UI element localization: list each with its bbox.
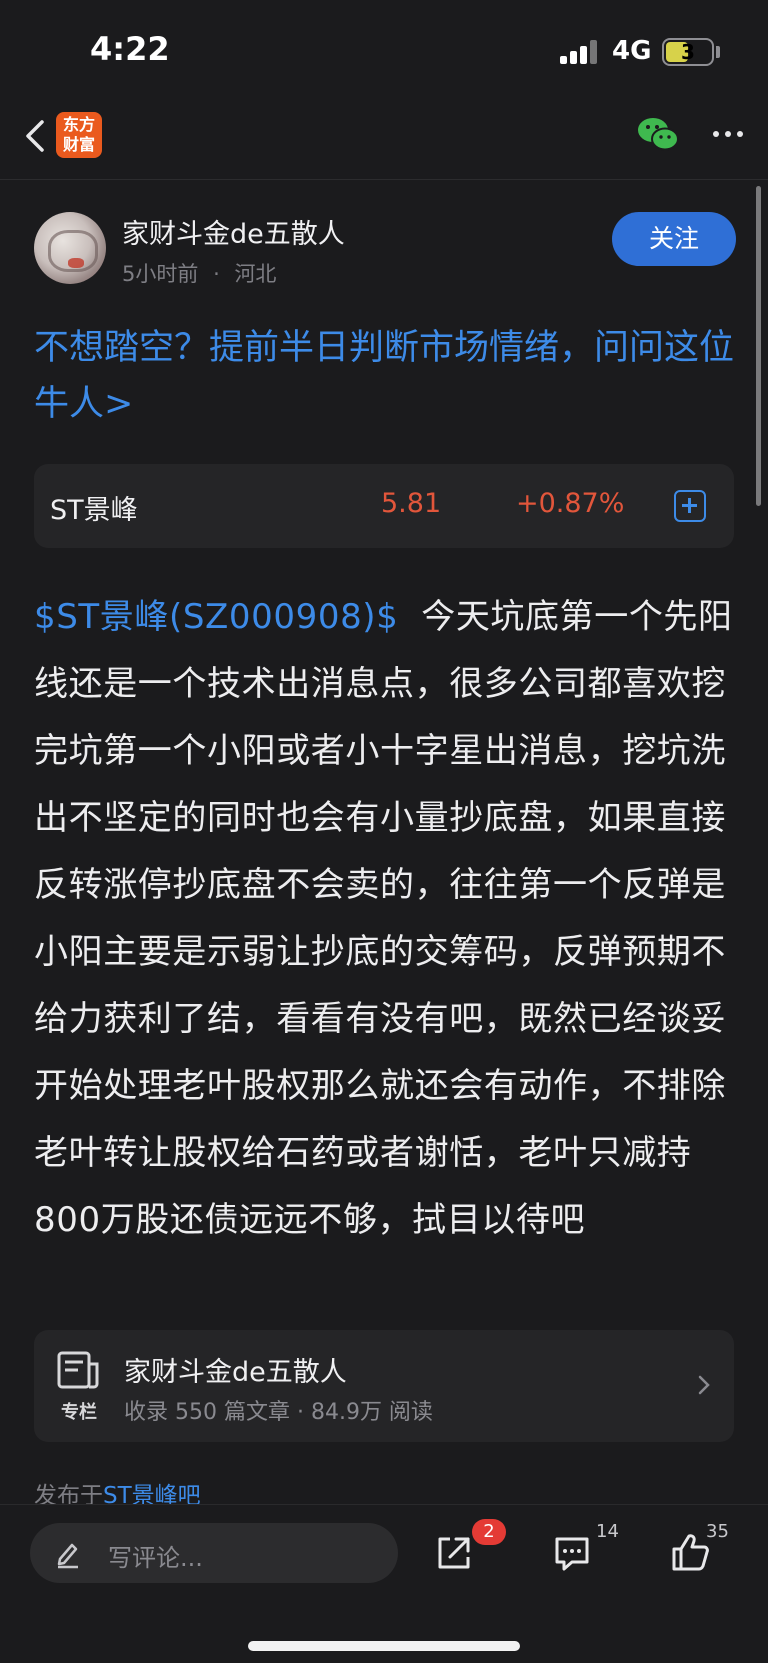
status-time: 4:22 <box>90 30 170 68</box>
nav-bar: 东方财富 <box>0 100 768 180</box>
comment-count: 14 <box>596 1521 619 1542</box>
stock-card[interactable]: ST景峰 5.81 +0.87% <box>34 464 734 548</box>
signal-icon <box>560 40 600 64</box>
post-body: $ST景峰(SZ000908)$ 今天坑底第一个先阳线还是一个技术出消息点，很多… <box>34 584 739 1254</box>
column-icon-label: 专栏 <box>61 1402 97 1423</box>
back-icon[interactable] <box>18 116 58 156</box>
app-logo-text: 东方财富 <box>62 115 95 154</box>
column-icon <box>57 1351 99 1389</box>
pencil-icon <box>57 1543 78 1569</box>
follow-button[interactable]: 关注 <box>612 212 736 266</box>
post-location: 河北 <box>234 262 277 286</box>
network-type: 4G <box>612 36 652 66</box>
stock-price: 5.81 <box>381 488 442 519</box>
comment-icon[interactable] <box>552 1533 592 1573</box>
post-time: 5小时前 <box>122 262 199 286</box>
add-stock-icon[interactable] <box>674 490 706 522</box>
status-bar: 4:22 4G 3 <box>0 0 768 100</box>
stock-name: ST景峰 <box>50 495 138 526</box>
app-logo[interactable]: 东方财富 <box>56 112 102 158</box>
battery-icon: 3 <box>662 38 714 66</box>
share-badge: 2 <box>472 1519 506 1545</box>
column-card[interactable]: 专栏 家财斗金de五散人 收录 550 篇文章 · 84.9万 阅读 <box>34 1330 734 1442</box>
author-name[interactable]: 家财斗金de五散人 <box>122 212 345 251</box>
meta-separator: · <box>213 262 220 286</box>
column-title: 家财斗金de五散人 <box>124 1357 347 1388</box>
stock-change: +0.87% <box>516 488 625 519</box>
scrollbar[interactable] <box>756 186 761 506</box>
stock-ticker-link[interactable]: $ST景峰(SZ000908)$ <box>34 597 398 637</box>
avatar[interactable] <box>34 212 106 284</box>
share-icon[interactable] <box>434 1533 474 1573</box>
comment-placeholder: 写评论... <box>108 1544 203 1572</box>
more-icon[interactable] <box>710 116 746 152</box>
promo-link[interactable]: 不想踏空？提前半日判断市场情绪，问问这位牛人> <box>34 320 734 432</box>
home-indicator <box>248 1641 520 1651</box>
chevron-right-icon <box>698 1375 710 1395</box>
comment-input[interactable]: 写评论... <box>30 1523 398 1583</box>
post-meta: 5小时前 · 河北 <box>122 258 276 288</box>
battery-level: 3 <box>681 40 695 64</box>
post-text: 今天坑底第一个先阳线还是一个技术出消息点，很多公司都喜欢挖完坑第一个小阳或者小十… <box>34 597 733 1240</box>
column-stats: 收录 550 篇文章 · 84.9万 阅读 <box>124 1400 433 1425</box>
wechat-share-icon[interactable] <box>636 114 680 154</box>
bottom-bar: 写评论... 2 14 35 <box>0 1504 768 1663</box>
battery-cap <box>716 46 720 58</box>
like-count: 35 <box>706 1521 729 1542</box>
